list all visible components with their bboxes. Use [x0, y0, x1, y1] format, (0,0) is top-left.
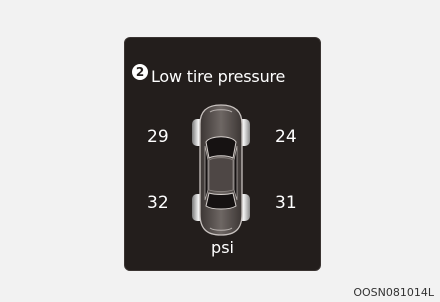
front-right-tire-pressure: 24: [275, 127, 297, 147]
rear-left-tire-pressure: 32: [147, 193, 169, 213]
rear-right-tire-pressure: 31: [275, 193, 297, 213]
callout-number-badge: 2: [132, 64, 148, 80]
figure-code: OOSN081014L: [353, 286, 434, 299]
car-top-view-icon: [192, 104, 250, 236]
display-title: Low tire pressure: [151, 67, 286, 86]
front-left-tire-pressure: 29: [147, 127, 169, 147]
pressure-unit-label: psi: [211, 238, 234, 257]
tire-pressure-display: 2 Low tire pressure 29 24 32 31 psi: [124, 37, 321, 271]
